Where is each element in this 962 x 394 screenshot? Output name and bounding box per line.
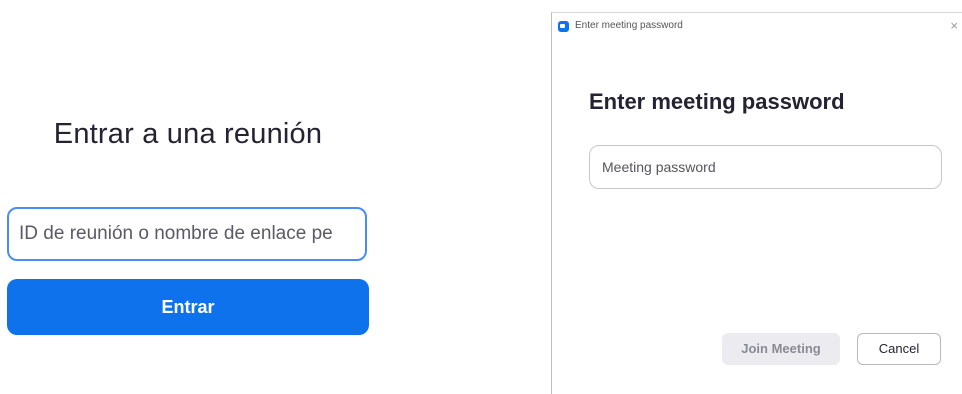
dialog-window-title: Enter meeting password xyxy=(575,20,683,31)
close-icon[interactable]: × xyxy=(950,18,958,33)
meeting-password-input[interactable]: Meeting password xyxy=(589,145,942,189)
screenshot-stage: Entrar a una reunión ID de reunión o nom… xyxy=(0,0,962,394)
meeting-id-input[interactable]: ID de reunión o nombre de enlace pe xyxy=(7,207,367,261)
join-meeting-button[interactable]: Join Meeting xyxy=(722,333,840,365)
dialog-titlebar[interactable]: Enter meeting password × xyxy=(552,13,962,41)
join-meeting-title: Entrar a una reunión xyxy=(53,118,323,150)
dialog-heading: Enter meeting password xyxy=(589,89,845,114)
join-button[interactable]: Entrar xyxy=(7,279,369,335)
zoom-app-icon xyxy=(558,21,569,32)
password-dialog: Enter meeting password × Enter meeting p… xyxy=(551,12,962,394)
cancel-button[interactable]: Cancel xyxy=(857,333,941,365)
